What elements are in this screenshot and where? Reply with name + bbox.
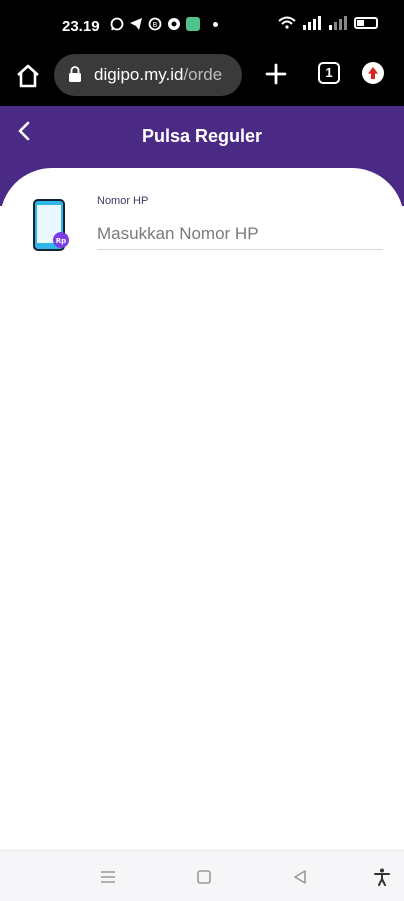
system-nav-bar <box>0 850 404 901</box>
status-time: 23.19 <box>62 18 100 35</box>
home-icon[interactable] <box>14 62 42 90</box>
whatsapp-business-icon: B <box>148 17 162 31</box>
accessibility-icon[interactable] <box>372 867 392 887</box>
status-bar: 23.19 B <box>0 0 404 50</box>
content-card: Rp Nomor HP <box>0 168 404 850</box>
green-app-icon <box>186 17 200 31</box>
telegram-icon <box>130 18 142 30</box>
url-text: digipo.my.id/orde <box>94 65 222 85</box>
phone-number-input[interactable] <box>97 218 383 250</box>
menu-icon[interactable] <box>98 867 118 887</box>
whatsapp-icon <box>110 17 124 31</box>
tab-switcher-button[interactable]: 1 <box>318 62 340 84</box>
new-tab-icon[interactable] <box>262 60 290 88</box>
signal-icon <box>329 16 347 30</box>
wifi-icon <box>278 16 296 29</box>
battery-icon <box>354 17 378 29</box>
notification-icons: B <box>110 17 218 31</box>
address-bar[interactable]: digipo.my.id/orde <box>54 54 242 96</box>
browser-toolbar: digipo.my.id/orde 1 <box>0 50 404 106</box>
home-square-icon[interactable] <box>194 867 214 887</box>
page-title: Pulsa Reguler <box>141 126 263 146</box>
app-icon <box>168 18 180 30</box>
back-triangle-icon[interactable] <box>290 867 310 887</box>
url-domain: digipo.my.id <box>94 65 184 84</box>
update-icon[interactable] <box>362 62 384 84</box>
svg-text:B: B <box>153 21 158 29</box>
lock-icon <box>69 66 81 82</box>
system-icons <box>278 16 378 30</box>
signal-icon <box>303 16 321 30</box>
url-path: /orde <box>183 65 223 84</box>
phone-rp-icon: Rp <box>33 199 69 251</box>
dot-icon <box>213 21 218 27</box>
phone-field-label: Nomor HP <box>97 195 149 207</box>
phone-badge: Rp <box>56 237 66 245</box>
